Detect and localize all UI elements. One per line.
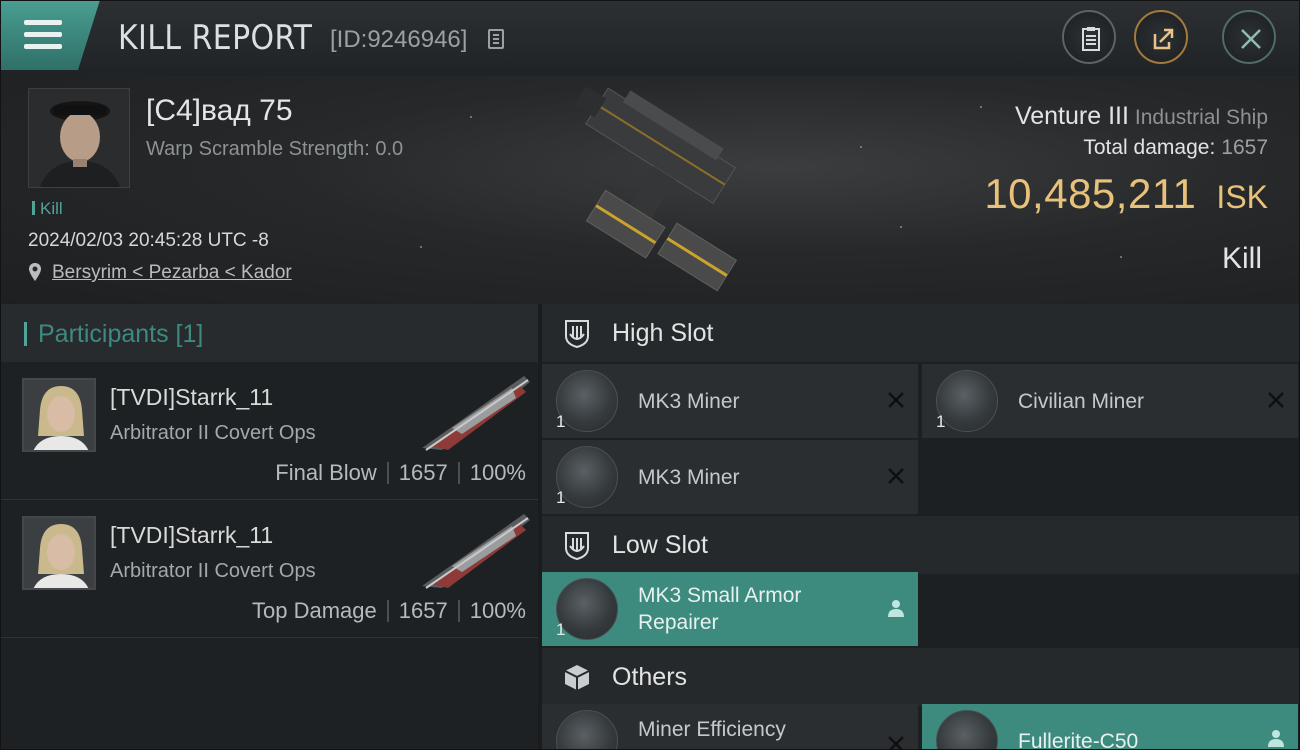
- others-label: Others: [612, 663, 688, 691]
- victim-ship: Venture III Industrial Ship: [1015, 102, 1268, 131]
- ship-class: Industrial Ship: [1134, 106, 1268, 129]
- menu-tab[interactable]: [0, 0, 100, 70]
- clipboard-button[interactable]: [1062, 10, 1116, 64]
- participant-ship-image: [422, 514, 530, 589]
- module-name: MK3 Miner: [638, 466, 740, 489]
- low-slot-label: Low Slot: [612, 531, 708, 559]
- share-icon: [1153, 28, 1174, 50]
- module-name: Miner Efficiency: [638, 718, 786, 741]
- module-name-line: Repairer: [638, 611, 719, 634]
- victim-avatar[interactable]: [28, 88, 130, 188]
- participants-title: Participants [1]: [38, 320, 204, 348]
- result-label: Kill: [1221, 242, 1262, 275]
- participant-name[interactable]: [TVDI]Starrk_11: [110, 522, 273, 549]
- low-slot-icon: [565, 532, 589, 560]
- participant-ship: Arbitrator II Covert Ops: [110, 422, 316, 444]
- module-item[interactable]: Miner Efficiency: [542, 704, 918, 750]
- module-item[interactable]: 1 MK3 Small Armor Repairer: [542, 572, 918, 646]
- kill-timestamp: 2024/02/03 20:45:28 UTC -8: [28, 230, 269, 251]
- victim-ship-image: [574, 86, 738, 292]
- participant-damage: 1657: [398, 598, 448, 623]
- warp-scramble-strength: Warp Scramble Strength: 0.0: [146, 138, 404, 160]
- participant-avatar[interactable]: [22, 378, 96, 452]
- close-icon: [1241, 29, 1261, 49]
- participant-stats: Top Damage 1657 100%: [252, 598, 526, 624]
- copy-icon[interactable]: [488, 29, 504, 49]
- fullerite-icon: [936, 710, 998, 750]
- module-item[interactable]: 1 Civilian Miner: [922, 364, 1298, 438]
- location-link[interactable]: Bersyrim < Pezarba < Kador: [52, 262, 292, 284]
- header-bar: KILL REPORT [ID:9246946]: [0, 0, 1300, 76]
- report-id: [ID:9246946]: [330, 26, 468, 53]
- others-icon: [564, 665, 590, 690]
- module-quantity: 1: [556, 620, 566, 639]
- isk-value: 10,485,211 ISK: [984, 170, 1268, 218]
- high-slot-icon: [565, 320, 589, 348]
- isk-unit: ISK: [1216, 179, 1268, 215]
- participant-ship-image: [422, 376, 530, 451]
- clipboard-icon: [1082, 27, 1100, 51]
- participant-percent: 100%: [469, 460, 526, 485]
- participant-percent: 100%: [469, 598, 526, 623]
- participant-ship: Arbitrator II Covert Ops: [110, 560, 316, 582]
- dropped-icon: [888, 600, 904, 617]
- total-damage-value: 1657: [1221, 136, 1268, 159]
- location-pin-icon: [29, 263, 41, 281]
- participant-avatar[interactable]: [22, 516, 96, 590]
- high-slot-header: High Slot: [542, 304, 1300, 362]
- participant-name[interactable]: [TVDI]Starrk_11: [110, 384, 273, 411]
- module-item[interactable]: Fullerite-C50: [922, 704, 1298, 750]
- module-name-line: MK3 Small Armor: [638, 584, 802, 607]
- ship-name[interactable]: Venture III: [1015, 102, 1129, 130]
- module-name: MK3 Miner: [638, 390, 740, 413]
- participant-row[interactable]: [TVDI]Starrk_11 Arbitrator II Covert Ops…: [0, 500, 538, 638]
- participant-stats: Final Blow 1657 100%: [275, 460, 526, 486]
- module-name: MK3 Small Armor Repairer: [638, 582, 801, 636]
- destroyed-icon: [888, 736, 904, 750]
- menu-icon[interactable]: [24, 20, 62, 49]
- others-header: Others: [542, 648, 1300, 706]
- participant-role: Final Blow: [275, 460, 377, 485]
- high-slot-label: High Slot: [612, 319, 714, 347]
- destroyed-icon: [888, 392, 904, 408]
- page-title: KILL REPORT: [118, 18, 313, 58]
- participant-row[interactable]: [TVDI]Starrk_11 Arbitrator II Covert Ops…: [0, 362, 538, 500]
- total-damage: Total damage: 1657: [1083, 136, 1268, 160]
- module-item[interactable]: 1 MK3 Miner: [542, 364, 918, 438]
- isk-amount: 10,485,211: [984, 170, 1197, 217]
- module-quantity: 1: [936, 412, 946, 431]
- close-button[interactable]: [1222, 10, 1276, 64]
- fitting-panel: High Slot 1 MK3 Miner 1 Civilian Miner 1…: [542, 304, 1300, 750]
- module-item[interactable]: 1 MK3 Miner: [542, 440, 918, 514]
- participant-damage: 1657: [398, 460, 448, 485]
- kill-tag: Kill: [32, 199, 63, 219]
- total-damage-label: Total damage:: [1083, 136, 1216, 159]
- miner-efficiency-icon: [556, 710, 618, 750]
- victim-banner: [C4]вад 75 Warp Scramble Strength: 0.0 K…: [0, 76, 1300, 304]
- module-quantity: 1: [556, 488, 566, 507]
- module-quantity: 1: [556, 412, 566, 431]
- destroyed-icon: [888, 468, 904, 484]
- module-name: Fullerite-C50: [1018, 730, 1139, 750]
- module-name: Civilian Miner: [1018, 390, 1145, 413]
- participant-role: Top Damage: [252, 598, 377, 623]
- low-slot-header: Low Slot: [542, 516, 1300, 574]
- dropped-icon: [1268, 730, 1284, 747]
- victim-name[interactable]: [C4]вад 75: [146, 94, 293, 128]
- share-button[interactable]: [1134, 10, 1188, 64]
- participants-panel: Participants [1] [TVDI]Starrk_11 Arbitra…: [0, 304, 538, 750]
- destroyed-icon: [1268, 392, 1284, 408]
- participants-header: Participants [1]: [0, 304, 538, 362]
